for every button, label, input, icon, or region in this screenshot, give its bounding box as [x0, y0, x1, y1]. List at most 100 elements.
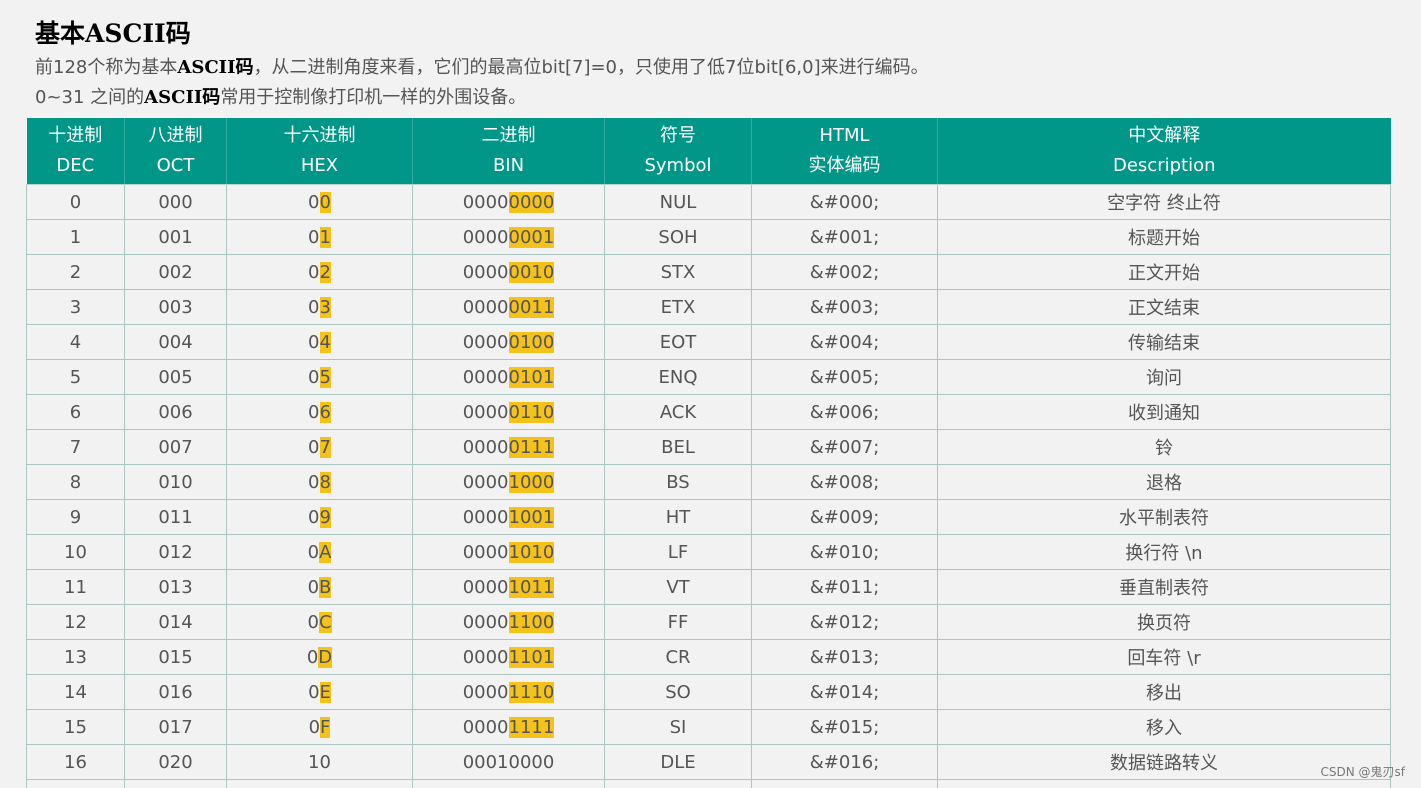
cell-bin-low-highlight: 1100	[508, 611, 555, 633]
cell-dec: 16	[26, 744, 125, 780]
column-header-cn: 十进制	[48, 125, 103, 146]
cell-dec: 13	[26, 639, 125, 675]
cell-bin: 00000101	[412, 359, 605, 395]
cell-bin-high: 0000	[462, 681, 509, 703]
cell-description: 换行符 \n	[937, 534, 1391, 570]
cell-bin-low-highlight: 0111	[508, 436, 555, 458]
cell-hex	[226, 779, 413, 788]
cell-html: &#004;	[751, 324, 938, 360]
cell-symbol	[604, 779, 752, 788]
cell-oct: 006	[124, 394, 227, 430]
cell-hex-high: 0	[307, 576, 320, 598]
cell-dec: 10	[26, 534, 125, 570]
cell-symbol: SO	[604, 674, 752, 710]
table-row: 14 016 0E 00001110 SO &#014; 移出	[26, 674, 1391, 710]
cell-oct: 012	[124, 534, 227, 570]
table-row: 12 014 0C 00001100 FF &#012; 换页符	[26, 604, 1391, 640]
page: 基本ASCII码 前128个称为基本ASCII码，从二进制角度来看，它们的最高位…	[0, 0, 1421, 788]
cell-bin-high: 0000	[462, 541, 509, 563]
cell-oct: 013	[124, 569, 227, 605]
column-header-hex: 十六进制 HEX	[226, 118, 413, 185]
cell-html: &#001;	[751, 219, 938, 255]
cell-description: 传输结束	[937, 324, 1391, 360]
column-header-cn: HTML	[819, 125, 870, 146]
cell-bin: 00001100	[412, 604, 605, 640]
column-header-cn: 中文解释	[1128, 125, 1201, 146]
cell-hex-high: 0	[308, 716, 321, 738]
table-row: 5 005 05 00000101 ENQ &#005; 询问	[26, 359, 1391, 395]
cell-oct: 000	[124, 184, 227, 220]
table-row: 11 013 0B 00001011 VT &#011; 垂直制表符	[26, 569, 1391, 605]
cell-hex: 02	[226, 254, 413, 290]
cell-description: 正文开始	[937, 254, 1391, 290]
cell-bin: 00000010	[412, 254, 605, 290]
cell-hex-high: 0	[307, 611, 319, 633]
cell-bin-low-highlight: 0001	[508, 226, 555, 248]
table-row: 7 007 07 00000111 BEL &#007; 铃	[26, 429, 1391, 465]
column-header-en: Symbol	[644, 155, 712, 176]
cell-bin: 00000110	[412, 394, 605, 430]
cell-hex-high: 10	[308, 751, 331, 773]
intro-line-2-prefix: 0~31 之间的	[35, 87, 145, 108]
cell-oct: 001	[124, 219, 227, 255]
cell-hex-low-highlight: 3	[319, 296, 331, 318]
table-row: 16 020 10 00010000 DLE &#016; 数据链路转义	[26, 744, 1391, 780]
cell-bin-high: 0000	[462, 716, 509, 738]
cell-hex-low-highlight: 4	[319, 331, 331, 353]
table-row: 2 002 02 00000010 STX &#002; 正文开始	[26, 254, 1391, 290]
page-title: 基本ASCII码	[35, 19, 191, 48]
column-header-html: HTML 实体编码	[751, 118, 938, 185]
cell-description: 移入	[937, 709, 1391, 745]
cell-bin: 00010000	[412, 744, 605, 780]
column-header-dec: 十进制 DEC	[26, 118, 125, 185]
cell-bin-high: 0000	[462, 576, 509, 598]
cell-dec: 7	[26, 429, 125, 465]
cell-description: 水平制表符	[937, 499, 1391, 535]
cell-symbol: EOT	[604, 324, 752, 360]
cell-bin: 00001011	[412, 569, 605, 605]
cell-hex-high: 0	[308, 366, 320, 388]
cell-hex-high: 0	[308, 331, 320, 353]
cell-bin-high: 0000	[462, 471, 509, 493]
cell-hex: 06	[226, 394, 413, 430]
cell-bin: 00001101	[412, 639, 605, 675]
cell-hex-high: 0	[308, 681, 320, 703]
cell-symbol: DLE	[604, 744, 752, 780]
cell-hex: 10	[226, 744, 413, 780]
cell-symbol: VT	[604, 569, 752, 605]
cell-hex-high: 0	[308, 296, 320, 318]
cell-description: 铃	[937, 429, 1391, 465]
cell-dec: 8	[26, 464, 125, 500]
cell-dec: 11	[26, 569, 125, 605]
cell-hex-low-highlight: D	[318, 646, 333, 668]
cell-bin: 00001010	[412, 534, 605, 570]
cell-html: &#016;	[751, 744, 938, 780]
cell-bin-low-highlight: 1101	[508, 646, 555, 668]
table-row: 3 003 03 00000011 ETX &#003; 正文结束	[26, 289, 1391, 325]
table-row: 1 001 01 00000001 SOH &#001; 标题开始	[26, 219, 1391, 255]
cell-dec: 3	[26, 289, 125, 325]
cell-bin: 00001110	[412, 674, 605, 710]
cell-description: 回车符 \r	[937, 639, 1391, 675]
cell-html: &#005;	[751, 359, 938, 395]
cell-bin-low-highlight: 1000	[508, 471, 555, 493]
cell-dec: 2	[26, 254, 125, 290]
cell-oct: 010	[124, 464, 227, 500]
cell-bin-low-highlight: 1110	[508, 681, 555, 703]
cell-description: 换页符	[937, 604, 1391, 640]
cell-hex-low-highlight: B	[319, 576, 332, 598]
cell-html: &#010;	[751, 534, 938, 570]
cell-bin-high: 0000	[462, 226, 509, 248]
cell-dec: 0	[26, 184, 125, 220]
cell-description: 标题开始	[937, 219, 1391, 255]
cell-hex: 08	[226, 464, 413, 500]
cell-bin-high: 0000	[462, 191, 509, 213]
cell-symbol: LF	[604, 534, 752, 570]
cell-bin: 00000001	[412, 219, 605, 255]
cell-dec: 6	[26, 394, 125, 430]
cell-bin-low-highlight: 1011	[508, 576, 555, 598]
cell-hex: 0D	[226, 639, 413, 675]
cell-symbol: ACK	[604, 394, 752, 430]
cell-hex-high: 0	[308, 401, 320, 423]
cell-hex-high: 0	[308, 261, 320, 283]
